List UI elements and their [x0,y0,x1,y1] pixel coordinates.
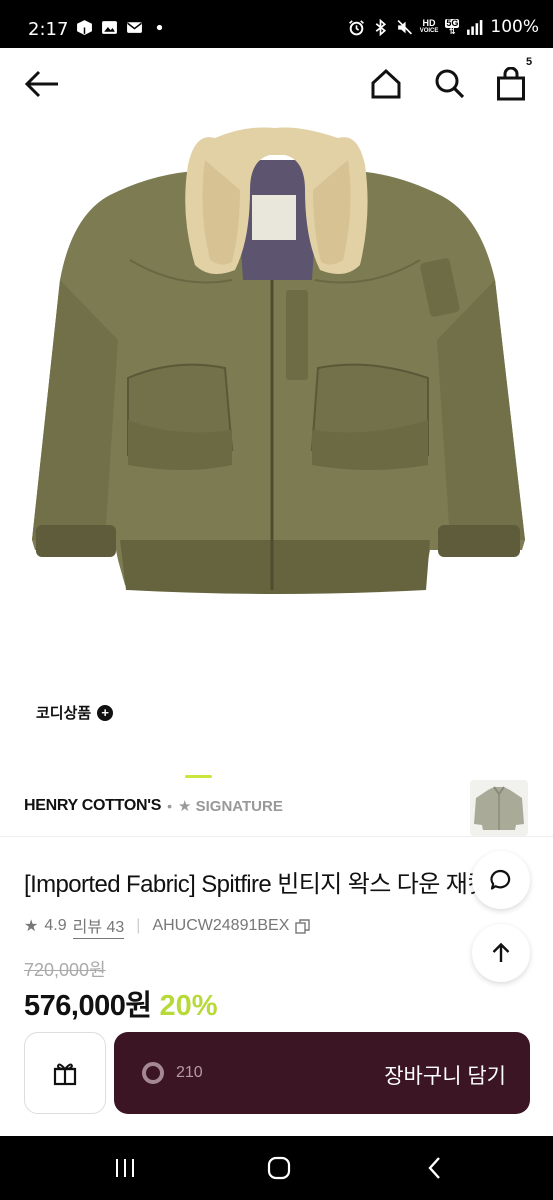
brand-separator: • [167,798,173,814]
sale-price: 576,000원 [24,990,152,1022]
search-icon [435,69,465,99]
separator: | [136,917,141,934]
mute-icon [397,19,412,34]
cart-button[interactable] [491,64,531,104]
scroll-top-button[interactable] [472,924,530,982]
status-bar: 2:17 HD VOICE 5G ⇅ 100% [0,0,553,48]
battery-percent: 100% [490,17,539,37]
signature-badge: ★ SIGNATURE [178,798,283,815]
arrow-left-icon [24,70,58,98]
loading-ring-icon [142,1062,164,1084]
box-icon [77,20,92,35]
back-button[interactable] [22,64,62,104]
hd-voice-icon: HD VOICE [420,19,439,35]
rating-value: 4.9 [44,917,67,934]
recent-apps-button[interactable] [113,1156,137,1180]
chevron-left-icon [428,1157,440,1179]
alarm-icon [348,19,364,35]
product-image[interactable] [0,120,553,770]
rating-row: ★ 4.9 리뷰 43 | AHUCW24891BEX [24,913,311,939]
add-to-cart-label: 장바구니 담기 [384,1065,506,1088]
notification-icons [76,19,168,36]
chat-button[interactable] [472,851,530,909]
image-icon [102,21,117,34]
network-icon: 5G ⇅ [445,18,460,36]
original-price: 720,000원 [24,960,106,980]
product-title: [Imported Fabric] Spitfire 빈티지 왁스 다운 재킷 [24,871,479,898]
brand-name[interactable]: HENRY COTTON'S [24,797,161,815]
home-button[interactable] [366,64,406,104]
star-icon: ★ [24,918,39,935]
back-system-button[interactable] [422,1156,446,1180]
bluetooth-icon [375,18,386,36]
related-item-thumbnail[interactable] [470,780,528,836]
system-icons: HD VOICE 5G ⇅ 100% [348,17,539,37]
divider [0,836,553,837]
top-nav [0,48,553,120]
plus-circle-icon: + [97,704,114,721]
review-link[interactable]: 리뷰 43 [72,913,125,939]
chat-bubble-icon [490,869,511,890]
dot-icon [156,24,163,31]
gift-icon [53,1063,77,1086]
recent-apps-icon [116,1159,134,1177]
home-icon [371,68,401,99]
shirt-jacket-thumbnail-icon [474,786,524,830]
voice-label: VOICE [419,28,439,34]
home-system-button[interactable] [267,1156,291,1180]
home-pill-icon [267,1156,291,1180]
jacket-illustration [32,127,525,594]
coordi-label: 코디상품 [36,705,92,722]
shopping-bag-icon [497,67,525,101]
like-count-group[interactable]: 210 [142,1062,203,1084]
cart-count-badge: 5 [526,56,533,68]
brand-row: HENRY COTTON'S • ★ SIGNATURE [24,797,283,815]
hd-label: HD [422,18,436,28]
product-code: AHUCW24891BEX [152,917,290,934]
clock: 2:17 [28,19,69,40]
copy-icon[interactable] [295,918,311,934]
gift-button[interactable] [24,1032,106,1114]
like-count: 210 [176,1064,203,1081]
add-to-cart-button[interactable]: 210 장바구니 담기 [114,1032,530,1114]
image-pager-indicator [185,775,212,778]
price-row: 576,000원 20% [24,982,218,1024]
coordi-button[interactable]: 코디상품 + [36,702,114,723]
mail-icon [127,22,142,33]
data-arrows-icon: ⇅ [449,26,456,36]
system-nav-bar [0,1136,553,1200]
discount-rate: 20% [159,990,218,1022]
search-button[interactable] [430,64,470,104]
arrow-up-icon [492,942,510,962]
signal-icon [467,19,483,35]
